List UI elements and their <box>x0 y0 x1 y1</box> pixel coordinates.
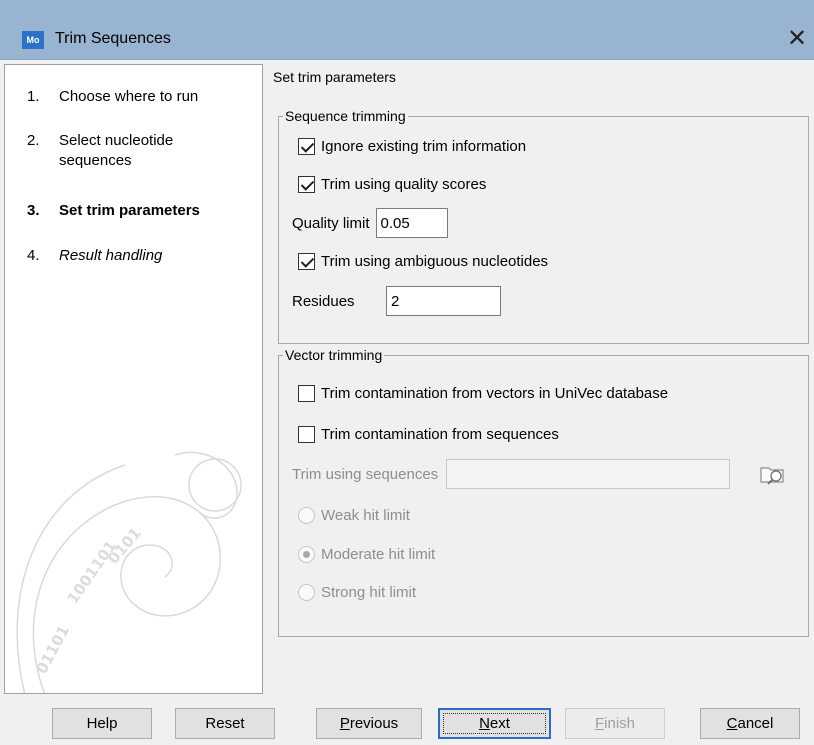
cancel-button[interactable]: Cancel <box>700 708 800 739</box>
previous-mnemonic: P <box>339 715 350 732</box>
browse-folder-icon[interactable] <box>759 462 789 486</box>
quality-limit-label: Quality limit <box>292 214 370 232</box>
ambiguous-checkbox[interactable]: Trim using ambiguous nucleotides <box>298 253 548 270</box>
window-title: Trim Sequences <box>55 30 171 47</box>
ambiguous-label: Trim using ambiguous nucleotides <box>321 253 549 270</box>
residues-input[interactable] <box>386 286 501 316</box>
section-title: Set trim parameters <box>273 69 396 85</box>
step-number: 2. <box>27 132 40 149</box>
vector-trimming-legend: Vector trimming <box>285 347 383 363</box>
ignore-trim-checkbox[interactable]: Ignore existing trim information <box>298 138 526 155</box>
step-number: 3. <box>27 202 40 219</box>
trim-from-sequences-checkbox[interactable]: Trim contamination from sequences <box>298 426 559 443</box>
decorative-watermark-icon: 1001101 0101 01101 <box>16 451 242 693</box>
weak-hit-limit-label: Weak hit limit <box>321 507 410 524</box>
next-button[interactable]: Next <box>438 708 551 739</box>
residues-label: Residues <box>292 292 355 310</box>
radio-selected-icon[interactable] <box>298 546 315 563</box>
checkbox-checked-icon[interactable] <box>298 253 315 270</box>
trim-using-sequences-input[interactable] <box>446 459 731 489</box>
reset-button[interactable]: Reset <box>175 708 275 739</box>
ignore-trim-label: Ignore existing trim information <box>321 138 527 155</box>
app-icon: Mo <box>22 31 44 49</box>
step-number: 1. <box>27 88 40 105</box>
title-bar: Mo Trim Sequences ✕ <box>0 0 814 60</box>
finish-label: inish <box>604 715 636 732</box>
finish-mnemonic: F <box>594 715 605 732</box>
wizard-steps-panel: 1. Choose where to run 2. Select nucleot… <box>4 64 263 694</box>
moderate-hit-limit-radio[interactable]: Moderate hit limit <box>298 546 435 563</box>
quality-scores-checkbox[interactable]: Trim using quality scores <box>298 176 486 193</box>
radio-unselected-icon[interactable] <box>298 507 315 524</box>
help-button[interactable]: Help <box>52 708 152 739</box>
radio-unselected-icon[interactable] <box>298 584 315 601</box>
quality-limit-input[interactable] <box>375 208 448 238</box>
trim-using-sequences-row: Trim using sequences <box>292 459 731 489</box>
previous-label: revious <box>349 715 399 732</box>
residues-row: Residues <box>292 286 501 316</box>
sequence-trimming-legend: Sequence trimming <box>285 108 406 124</box>
step-label: Result handling <box>59 247 163 264</box>
checkbox-unchecked-icon[interactable] <box>298 426 315 443</box>
checkbox-unchecked-icon[interactable] <box>298 385 315 402</box>
step-number: 4. <box>27 247 40 264</box>
step-label: Set trim parameters <box>59 202 200 219</box>
weak-hit-limit-radio[interactable]: Weak hit limit <box>298 507 410 524</box>
moderate-hit-limit-label: Moderate hit limit <box>321 546 436 563</box>
close-icon[interactable]: ✕ <box>780 24 814 56</box>
cancel-label: ancel <box>737 715 774 732</box>
step-label: Choose where to run <box>59 88 199 105</box>
checkbox-checked-icon[interactable] <box>298 138 315 155</box>
checkbox-checked-icon[interactable] <box>298 176 315 193</box>
strong-hit-limit-radio[interactable]: Strong hit limit <box>298 584 416 601</box>
strong-hit-limit-label: Strong hit limit <box>321 584 417 601</box>
finish-button[interactable]: Finish <box>565 708 665 739</box>
focus-ring <box>443 713 546 734</box>
cancel-mnemonic: C <box>726 715 738 732</box>
trim-from-sequences-label: Trim contamination from sequences <box>321 426 559 443</box>
trim-parameters-panel: Set trim parameters Sequence trimming Ig… <box>265 64 814 694</box>
quality-limit-row: Quality limit <box>292 208 448 238</box>
svg-text:01101: 01101 <box>33 622 73 677</box>
previous-button[interactable]: Previous <box>316 708 422 739</box>
univec-checkbox[interactable]: Trim contamination from vectors in UniVe… <box>298 385 668 402</box>
step-label: Select nucleotide sequences <box>59 132 174 169</box>
trim-using-sequences-label: Trim using sequences <box>292 465 439 483</box>
quality-scores-label: Trim using quality scores <box>321 176 487 193</box>
univec-label: Trim contamination from vectors in UniVe… <box>321 385 669 402</box>
